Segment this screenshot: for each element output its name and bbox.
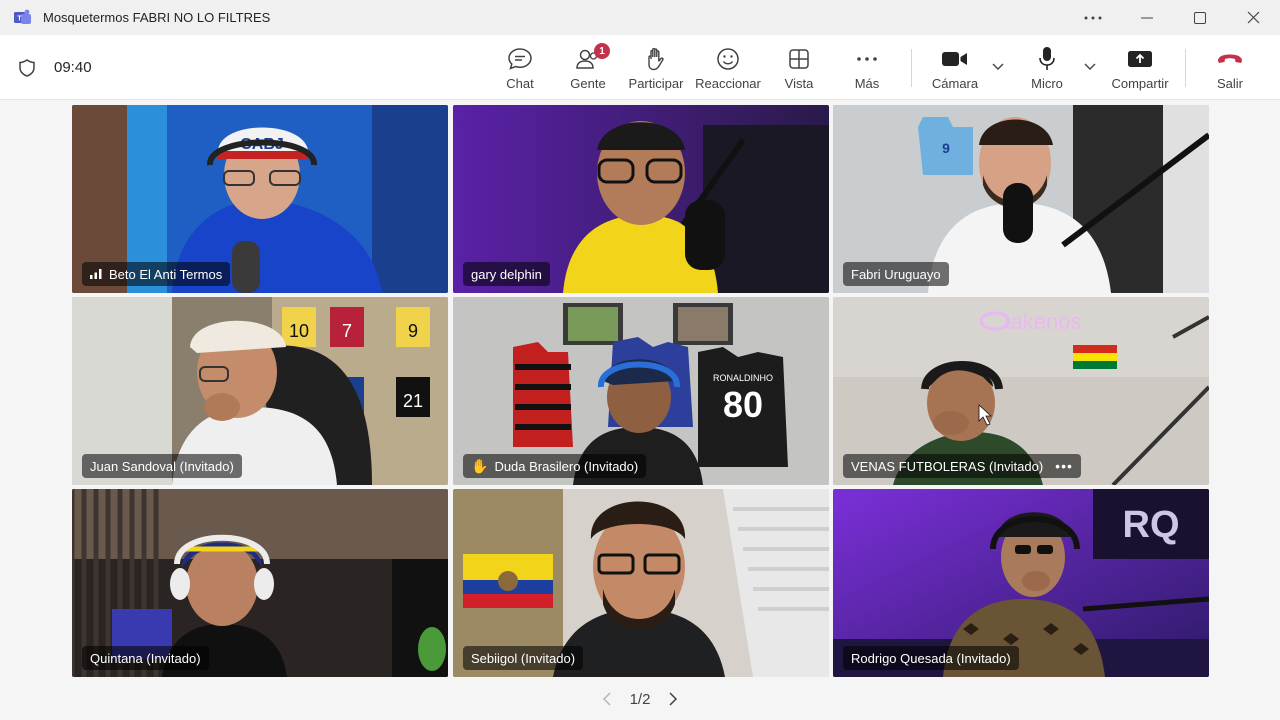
participant-tile[interactable]: CABJ Beto El Anti Termos (72, 105, 448, 293)
camera-options-chevron-icon[interactable] (991, 61, 1005, 71)
microphone-icon (1039, 47, 1055, 70)
participate-label: Participar (628, 76, 684, 91)
more-label: Más (854, 76, 880, 91)
neon-sign-text: takenos (1004, 309, 1081, 334)
camera-button[interactable]: Cámara (925, 35, 985, 100)
participant-tile[interactable]: Quintana (Invitado) (72, 489, 448, 677)
shirt-name: RONALDINHO (713, 373, 773, 383)
svg-text:10: 10 (289, 321, 309, 341)
share-screen-icon (1128, 51, 1152, 67)
participant-tile[interactable]: 9 Fabri Uruguayo (833, 105, 1209, 293)
participant-name: Rodrigo Quesada (Invitado) (851, 650, 1011, 666)
view-label: Vista (784, 76, 814, 91)
participant-name-chip: Beto El Anti Termos (82, 262, 231, 286)
participant-more-options-icon[interactable]: ••• (1055, 458, 1073, 474)
svg-text:9: 9 (408, 321, 418, 341)
more-button[interactable]: Más (842, 35, 892, 100)
mic-options-chevron-icon[interactable] (1083, 61, 1097, 71)
chat-button[interactable]: Chat (495, 35, 545, 100)
participant-name-chip: Juan Sandoval (Invitado) (82, 454, 242, 478)
window-more-button[interactable] (1070, 0, 1116, 35)
teams-logo-icon: T (14, 9, 31, 24)
leave-label: Salir (1216, 76, 1243, 91)
close-icon (1247, 11, 1259, 24)
participant-tile[interactable]: 80 RONALDINHO ✋ Duda Brasilero (Invitado… (453, 297, 829, 485)
close-button[interactable] (1230, 0, 1276, 35)
share-button[interactable]: Compartir (1106, 35, 1174, 100)
shield-icon[interactable] (17, 58, 37, 78)
maximize-icon (1194, 11, 1206, 24)
participant-name-chip: Quintana (Invitado) (82, 646, 209, 670)
leave-button[interactable]: Salir (1205, 35, 1255, 100)
camera-icon (942, 52, 967, 66)
participant-name-chip: ✋ Duda Brasilero (Invitado) (463, 454, 647, 478)
maximize-button[interactable] (1177, 0, 1223, 35)
participant-name-chip: Fabri Uruguayo (843, 262, 949, 286)
participant-tile[interactable]: takenos VENAS FUTBOLERAS (Invitado) ••• (833, 297, 1209, 485)
people-label: Gente (570, 76, 606, 91)
mic-label: Micro (1031, 76, 1063, 91)
react-label: Reaccionar (695, 76, 761, 91)
participate-button[interactable]: Participar (624, 35, 688, 100)
participant-name: Sebiigol (Invitado) (471, 650, 576, 666)
page-indicator: 1/2 (629, 690, 651, 708)
react-button[interactable]: Reaccionar (695, 35, 761, 100)
meeting-timer: 09:40 (54, 59, 92, 76)
chevron-right-icon (669, 692, 678, 706)
participant-name: Duda Brasilero (Invitado) (494, 458, 639, 474)
participant-name: gary delphin (471, 266, 542, 282)
shirt-number: 80 (723, 384, 763, 425)
signal-bars-icon (90, 269, 102, 279)
next-page-button[interactable] (668, 692, 678, 706)
svg-text:9: 9 (942, 140, 950, 156)
gallery-pager: 1/2 (0, 686, 1280, 712)
participant-name: VENAS FUTBOLERAS (Invitado) (851, 458, 1044, 474)
svg-text:T: T (17, 16, 22, 23)
svg-text:21: 21 (403, 391, 423, 411)
toolbar-divider (1185, 49, 1186, 87)
participant-tile[interactable]: RQ Rodrigo Quesada (Invitado) (833, 489, 1209, 677)
ellipsis-icon (1084, 16, 1102, 19)
participant-tile[interactable]: Sebiigol (Invitado) (453, 489, 829, 677)
previous-page-button[interactable] (602, 692, 612, 706)
participant-name: Juan Sandoval (Invitado) (90, 458, 234, 474)
participant-name: Quintana (Invitado) (90, 650, 201, 666)
participant-name-chip: Rodrigo Quesada (Invitado) (843, 646, 1019, 670)
wall-letters: RQ (1123, 504, 1180, 546)
mic-button[interactable]: Micro (1022, 35, 1072, 100)
camera-label: Cámara (931, 76, 979, 91)
meeting-toolbar: 09:40 Chat 1 Gente Participar Reaccionar… (0, 35, 1280, 100)
participant-tile[interactable]: gary delphin (453, 105, 829, 293)
view-button[interactable]: Vista (774, 35, 824, 100)
title-bar: T Mosquetermos FABRI NO LO FILTRES (0, 0, 1280, 35)
hang-up-icon (1218, 54, 1242, 63)
raised-hand-icon: ✋ (471, 457, 489, 474)
minimize-icon (1141, 17, 1153, 18)
toolbar-divider (911, 49, 912, 87)
chevron-left-icon (602, 692, 611, 706)
grid-view-icon (789, 49, 809, 69)
window-title: Mosquetermos FABRI NO LO FILTRES (43, 10, 271, 25)
participant-name-chip: VENAS FUTBOLERAS (Invitado) ••• (843, 454, 1081, 478)
participant-name-chip: gary delphin (463, 262, 550, 286)
more-icon (857, 57, 877, 61)
share-label: Compartir (1111, 76, 1169, 91)
svg-text:7: 7 (342, 321, 352, 341)
chat-label: Chat (506, 76, 534, 91)
raise-hand-icon (648, 47, 664, 71)
participant-name: Beto El Anti Termos (109, 266, 223, 282)
participant-name-chip: Sebiigol (Invitado) (463, 646, 584, 670)
minimize-button[interactable] (1124, 0, 1170, 35)
participant-tile[interactable]: 10 7 9 21 10 Juan Sandoval (Invitado) (72, 297, 448, 485)
smiley-icon (717, 48, 739, 70)
participant-name: Fabri Uruguayo (851, 266, 941, 282)
chat-icon (508, 48, 532, 70)
people-button[interactable]: 1 Gente (563, 35, 613, 100)
people-badge: 1 (594, 43, 610, 59)
